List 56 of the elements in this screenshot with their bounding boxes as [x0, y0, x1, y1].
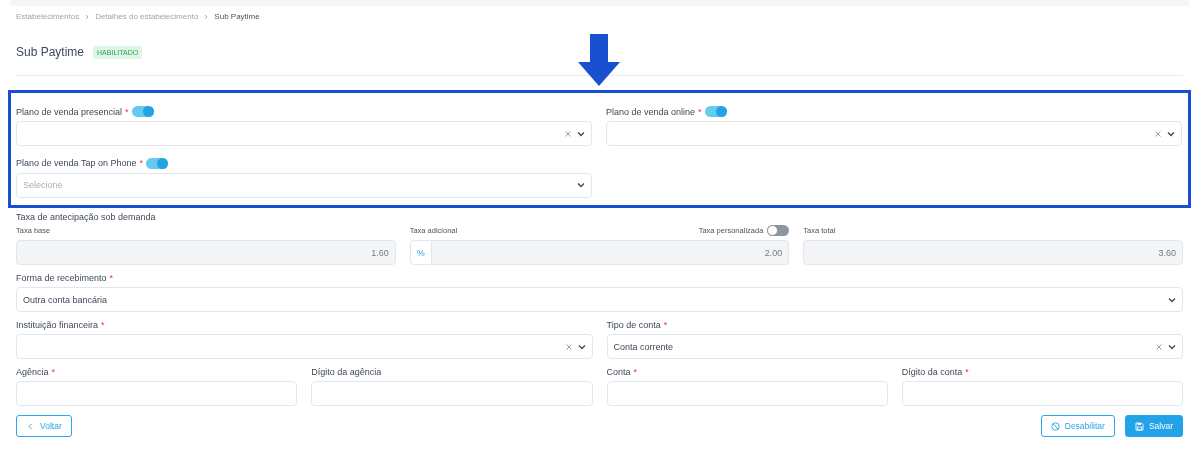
chevron-left-icon	[26, 421, 35, 431]
required-mark: *	[965, 366, 969, 377]
text-field[interactable]	[311, 381, 593, 406]
percent-prefix: %	[409, 240, 432, 265]
field-label: Agência	[16, 366, 49, 377]
field-label: Conta	[606, 366, 631, 377]
field-label: Plano de venda Tap on Phone	[16, 158, 137, 168]
breadcrumb-link[interactable]: Detalhes do estabelecimento	[95, 12, 199, 21]
chevron-right-icon	[84, 13, 91, 20]
field-label: Dígito da conta	[901, 366, 963, 377]
required-mark: *	[109, 272, 114, 283]
field-label: Tipo de conta	[606, 319, 661, 330]
text-field[interactable]	[16, 381, 298, 406]
select-field[interactable]: Outra conta bancária	[16, 287, 1183, 312]
chevron-down-icon	[577, 130, 585, 137]
down-arrow-icon	[578, 34, 620, 86]
required-mark: *	[51, 366, 56, 377]
chevron-down-icon	[1168, 343, 1176, 350]
field-label: Instituição financeira	[16, 319, 99, 330]
clear-icon[interactable]	[565, 130, 571, 137]
toggle-switch[interactable]	[145, 157, 168, 169]
toggle-switch[interactable]	[704, 106, 727, 117]
required-mark: *	[663, 319, 668, 330]
save-button[interactable]: Salvar	[1124, 415, 1183, 437]
field-label: Plano de venda presencial	[16, 106, 123, 117]
page-title: Sub Paytime	[16, 45, 85, 59]
field-label: Dígito da agência	[311, 366, 382, 377]
disable-button[interactable]: Desabilitar	[1040, 415, 1115, 437]
clear-icon[interactable]	[1156, 343, 1162, 350]
breadcrumb-current: Sub Paytime	[214, 12, 260, 21]
toggle-switch[interactable]	[131, 106, 154, 117]
required-mark: *	[101, 319, 105, 330]
breadcrumb-link[interactable]: Estabelecimentos	[16, 12, 80, 21]
clear-icon[interactable]	[565, 343, 572, 350]
chevron-down-icon	[1168, 296, 1176, 303]
text-field[interactable]	[901, 381, 1183, 406]
select-field[interactable]: Selecione	[16, 172, 592, 198]
required-mark: *	[125, 106, 129, 117]
ban-icon	[1050, 421, 1060, 431]
field-label: Plano de venda online	[606, 106, 696, 117]
text-field[interactable]	[606, 381, 888, 406]
required-mark: *	[698, 106, 702, 117]
required-mark: *	[139, 158, 143, 168]
select-field[interactable]: Conta corrente	[606, 334, 1183, 359]
required-mark: *	[633, 366, 638, 377]
chevron-right-icon	[203, 13, 210, 20]
chevron-down-icon	[1167, 130, 1175, 137]
chevron-down-icon	[577, 343, 586, 350]
select-field[interactable]	[16, 334, 593, 359]
section-title: Taxa de antecipação sob demanda	[16, 212, 157, 224]
back-button[interactable]: Voltar	[16, 415, 72, 437]
select-field[interactable]	[16, 121, 592, 146]
chevron-down-icon	[577, 182, 585, 188]
field-label: Forma de recebimento	[16, 272, 107, 283]
select-field[interactable]	[606, 121, 1182, 146]
clear-icon[interactable]	[1155, 130, 1161, 137]
